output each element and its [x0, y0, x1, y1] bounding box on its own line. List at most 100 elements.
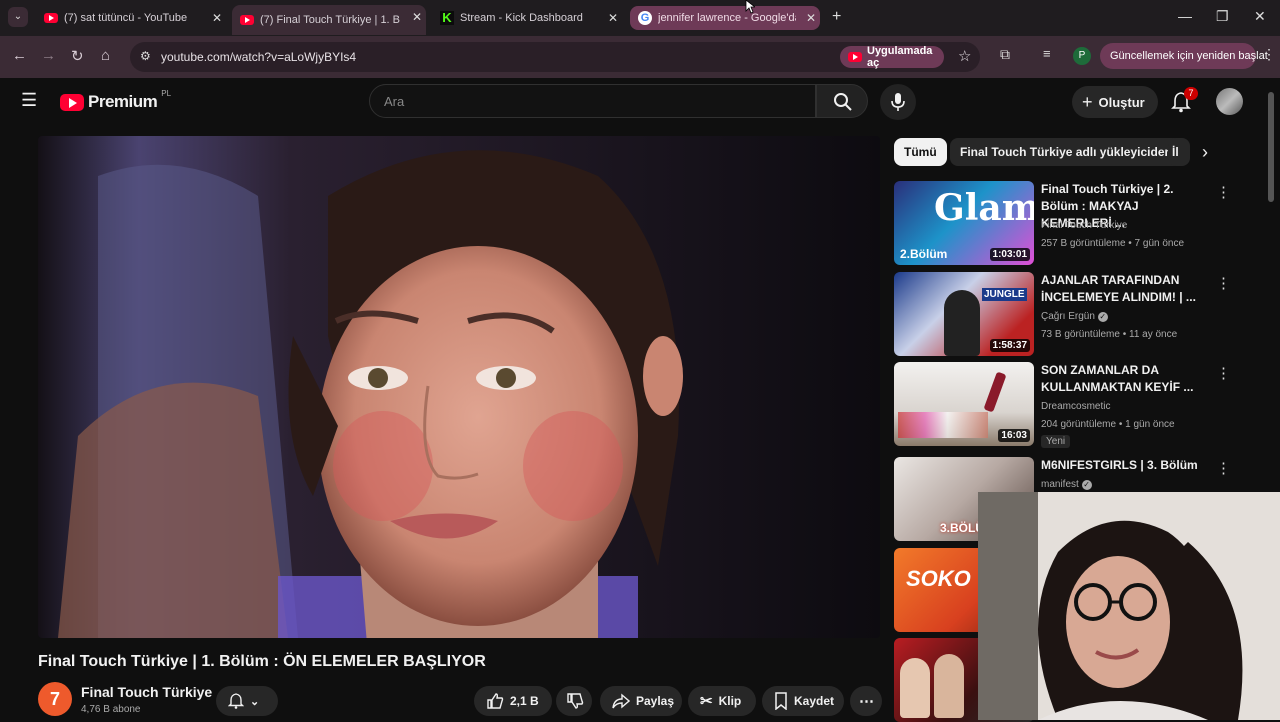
share-icon [612, 693, 630, 709]
browser-tab-final-touch[interactable]: (7) Final Touch Türkiye | 1. Bölü ✕ [232, 5, 426, 35]
channel-name[interactable]: Final Touch Türkiye [81, 684, 212, 700]
share-button[interactable]: Paylaş [600, 686, 682, 716]
dislike-button[interactable] [556, 686, 592, 716]
close-tab-icon[interactable]: ✕ [412, 10, 422, 24]
profile-avatar[interactable]: P [1073, 47, 1091, 65]
thumbnail-person [934, 654, 964, 718]
youtube-header: ☰ Premium PL Ara + Oluştur 7 [0, 78, 1265, 126]
chip-all[interactable]: Tümü [894, 138, 947, 166]
browser-tab-youtube-sat[interactable]: (7) sat tütüncü - YouTube ✕ [36, 6, 226, 30]
address-bar[interactable]: ⚙ youtube.com/watch?v=aLoWjyBYIs4 Uygula… [130, 42, 980, 72]
recommendation-title[interactable]: M6NIFESTGIRLS | 3. Bölüm [1041, 457, 1211, 474]
home-icon[interactable]: ⌂ [101, 47, 110, 64]
close-tab-icon[interactable]: ✕ [212, 11, 222, 25]
minimize-icon[interactable]: — [1178, 8, 1192, 24]
search-button[interactable] [816, 84, 868, 118]
more-options-icon[interactable]: ⋮ [1216, 274, 1231, 292]
recommendation-meta: 204 görüntüleme • 1 gün önce [1041, 419, 1175, 430]
chip-related[interactable]: İl [1168, 138, 1190, 166]
recommendation-title[interactable]: AJANLAR TARAFINDAN İNCELEMEYE ALINDIM! |… [1041, 272, 1211, 306]
hamburger-menu-icon[interactable]: ☰ [21, 90, 37, 111]
notification-count-badge: 7 [1184, 87, 1198, 100]
more-options-icon[interactable]: ⋮ [1216, 364, 1231, 382]
page-scrollbar[interactable] [1268, 92, 1274, 202]
search-input[interactable]: Ara [369, 84, 816, 118]
thumbnail-product [983, 371, 1007, 413]
clip-button[interactable]: ✂ Klip [688, 686, 756, 716]
plus-icon: + [1082, 91, 1093, 112]
back-icon[interactable]: ← [12, 47, 27, 64]
subscription-button[interactable]: ⌄ [216, 686, 278, 716]
extensions-icon[interactable]: ⧉ [1000, 46, 1010, 63]
tab-title: (7) sat tütüncü - YouTube [64, 12, 188, 24]
video-player[interactable] [38, 136, 880, 638]
new-badge: Yeni [1041, 435, 1071, 448]
thumbnail-person [900, 658, 930, 718]
more-options-icon[interactable]: ⋮ [1216, 459, 1231, 477]
tab-title: (7) Final Touch Türkiye | 1. Bölü [260, 14, 400, 26]
recommendation-item[interactable]: JUNGLE 1:58:37 AJANLAR TARAFINDAN İNCELE… [894, 272, 1264, 358]
video-thumbnail[interactable]: Glam 2.Bölüm 1:03:01 [894, 181, 1034, 265]
close-tab-icon[interactable]: ✕ [608, 11, 618, 25]
recommendation-item[interactable]: 16:03 SON ZAMANLAR DA KULLANMAKTAN KEYİF… [894, 362, 1264, 448]
open-in-app-label: Uygulamada aç [867, 45, 933, 69]
webcam-feed-image [978, 492, 1280, 720]
save-button[interactable]: Kaydet [762, 686, 844, 716]
tab-search-icon[interactable]: ⌄ [8, 7, 28, 27]
recommendation-channel[interactable]: Çağrı Ergün ✓ [1041, 311, 1108, 322]
create-label: Oluştur [1098, 94, 1145, 110]
clip-label: Klip [718, 694, 742, 708]
more-actions-button[interactable]: ⋯ [850, 686, 882, 716]
thumbnail-text: Glam [934, 187, 1034, 229]
voice-search-button[interactable] [880, 84, 916, 120]
create-button[interactable]: + Oluştur [1072, 86, 1158, 118]
reload-icon[interactable]: ↻ [71, 47, 84, 65]
recommendation-title[interactable]: SON ZAMANLAR DA KULLANMAKTAN KEYİF ... [1041, 362, 1211, 396]
thumbnail-shelf [898, 412, 988, 438]
restart-to-update-button[interactable]: Güncellemek için yeniden başlat [1100, 43, 1268, 69]
site-settings-icon[interactable]: ⚙ [140, 49, 151, 63]
browser-tab-google[interactable]: G jennifer lawrence - Google'da A ✕ [630, 6, 820, 30]
channel-avatar[interactable]: 7 [38, 682, 72, 716]
more-options-icon[interactable]: ⋮ [1216, 183, 1231, 201]
recommendation-channel[interactable]: Final Touch Türkiye [1041, 220, 1127, 231]
webcam-overlay [978, 492, 1280, 720]
chevron-right-icon[interactable]: › [1202, 142, 1208, 163]
user-avatar[interactable] [1216, 88, 1243, 115]
video-thumbnail[interactable]: 16:03 [894, 362, 1034, 446]
new-tab-icon[interactable]: + [832, 8, 841, 26]
bookmark-icon [775, 692, 787, 710]
video-duration: 16:03 [998, 429, 1030, 442]
open-in-app-button[interactable]: Uygulamada aç [840, 45, 944, 69]
browser-tab-kick[interactable]: K Stream - Kick Dashboard ✕ [432, 6, 622, 30]
share-label: Paylaş [636, 694, 675, 708]
forward-icon[interactable]: → [41, 47, 56, 64]
url-text[interactable]: youtube.com/watch?v=aLoWjyBYIs4 [161, 50, 356, 64]
chip-from-uploader[interactable]: Final Touch Türkiye adlı yükleyiciden [950, 138, 1182, 166]
youtube-favicon-icon [44, 13, 58, 23]
youtube-premium-logo[interactable]: Premium PL [60, 88, 172, 112]
bookmark-star-icon[interactable]: ☆ [958, 47, 971, 65]
media-controls-icon[interactable]: ≡ [1043, 46, 1051, 61]
kick-favicon-icon: K [440, 11, 454, 25]
recommendation-channel[interactable]: Dreamcosmetic [1041, 401, 1110, 412]
mouse-cursor-icon [745, 0, 755, 14]
browser-menu-icon[interactable]: ⋮ [1262, 46, 1276, 63]
recommendation-channel[interactable]: manifest ✓ [1041, 479, 1092, 490]
save-label: Kaydet [794, 694, 835, 708]
logo-region: PL [161, 88, 172, 98]
video-thumbnail[interactable]: JUNGLE 1:58:37 [894, 272, 1034, 356]
like-button[interactable]: 2,1 B [474, 686, 552, 716]
close-tab-icon[interactable]: ✕ [806, 11, 816, 25]
close-window-icon[interactable]: ✕ [1254, 8, 1266, 25]
channel-name: manifest [1041, 479, 1079, 490]
thumbs-up-icon [487, 693, 504, 709]
youtube-logo-icon [60, 93, 84, 111]
recommendation-item[interactable]: Glam 2.Bölüm 1:03:01 Final Touch Türkiye… [894, 181, 1264, 267]
maximize-icon[interactable]: ❐ [1216, 8, 1229, 25]
verified-icon: ✓ [1081, 480, 1092, 490]
recommendation-meta: 73 B görüntüleme • 11 ay önce [1041, 329, 1178, 340]
browser-toolbar: ← → ↻ ⌂ ⚙ youtube.com/watch?v=aLoWjyBYIs… [0, 36, 1280, 78]
thumbs-down-icon [567, 693, 584, 709]
youtube-favicon-icon [240, 15, 254, 25]
